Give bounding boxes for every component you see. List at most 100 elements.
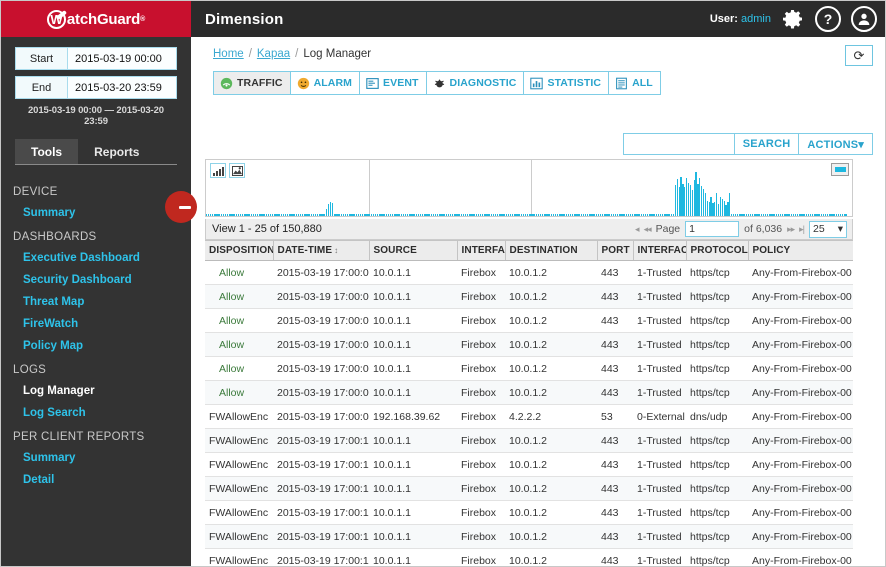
sidebar-item-detail[interactable]: Detail [1,469,191,491]
page-size-select[interactable]: 25 ▾ [809,221,847,238]
traffic-timeline-chart[interactable] [205,159,853,217]
table-row[interactable]: Allow2015-03-19 17:00:0110.0.1.1Firebox1… [205,261,853,285]
end-date-row[interactable]: End 2015-03-20 23:59 [15,76,177,99]
image-chart-toggle-icon[interactable] [229,163,245,178]
search-input[interactable] [624,134,734,154]
column-header-interface-src[interactable]: INTERFACE [457,241,505,261]
next-page-icon[interactable]: ▸▸ [787,224,794,235]
page-number-input[interactable] [685,221,739,237]
log-table-header: DISPOSITIONDATE-TIME↕SOURCEINTERFACEDEST… [205,241,853,261]
table-row[interactable]: FWAllowEnc2015-03-19 17:00:1310.0.1.1Fir… [205,501,853,525]
column-header-disposition[interactable]: DISPOSITION [205,241,273,261]
pagination: ◂ ◂◂ Page of 6,036 ▸▸ ▸| 25 ▾ [635,221,852,238]
cell-disposition: FWAllowEnc [205,405,273,429]
column-header-interface-dst[interactable]: INTERFACE [633,241,686,261]
sidebar-item-policy-map[interactable]: Policy Map [1,335,191,357]
sidebar-item-summary[interactable]: Summary [1,202,191,224]
table-row[interactable]: FWAllowEnc2015-03-19 17:00:04192.168.39.… [205,405,853,429]
cell-destination: 10.0.1.2 [505,381,597,405]
chart-segment-2 [370,160,532,216]
tab-label: STATISTIC [547,77,601,89]
column-header-destination[interactable]: DESTINATION [505,241,597,261]
column-header-source[interactable]: SOURCE [369,241,457,261]
cell-interface-dst: 1-Trusted [633,261,686,285]
sidebar-item-executive-dashboard[interactable]: Executive Dashboard [1,247,191,269]
sidebar-item-summary[interactable]: Summary [1,447,191,469]
main-content: Home/Kapaa/Log Manager ⟳ TRAFFICALARMEVE… [191,37,886,567]
cell-disposition: Allow [205,357,273,381]
bar-chart-toggle-icon[interactable] [210,163,226,178]
cell-port: 443 [597,285,633,309]
column-header-port[interactable]: PORT [597,241,633,261]
tab-diagnostic[interactable]: DIAGNOSTIC [426,71,524,95]
cell-port: 443 [597,309,633,333]
top-bar: Dimension User: admin ? [191,1,886,37]
tab-alarm[interactable]: ALARM [290,71,359,95]
sidebar-item-log-search[interactable]: Log Search [1,402,191,424]
tab-event[interactable]: EVENT [359,71,426,95]
table-row[interactable]: Allow2015-03-19 17:00:0110.0.1.1Firebox1… [205,285,853,309]
account-icon[interactable] [851,6,877,32]
start-date-value[interactable]: 2015-03-19 00:00 [68,48,176,69]
cell-disposition: FWAllowEnc [205,525,273,549]
sidebar-item-firewatch[interactable]: FireWatch [1,313,191,335]
sidebar-item-security-dashboard[interactable]: Security Dashboard [1,269,191,291]
cell-destination: 10.0.1.2 [505,501,597,525]
table-row[interactable]: Allow2015-03-19 17:00:0310.0.1.1Firebox1… [205,381,853,405]
first-page-icon[interactable]: ◂ [635,224,639,235]
watchguard-mark-icon: W [47,10,66,29]
column-header-datetime[interactable]: DATE-TIME↕ [273,241,369,261]
breadcrumb-item-home[interactable]: Home [213,48,244,60]
collapse-sidebar-button[interactable] [165,191,197,223]
table-row[interactable]: Allow2015-03-19 17:00:0310.0.1.1Firebox1… [205,309,853,333]
log-table-container[interactable]: DISPOSITIONDATE-TIME↕SOURCEINTERFACEDEST… [205,240,853,567]
sidebar-tab-tools[interactable]: Tools [15,139,78,164]
tab-all[interactable]: ALL [608,71,661,95]
sidebar-tab-reports[interactable]: Reports [78,139,155,164]
cell-source: 10.0.1.1 [369,453,457,477]
cell-port: 443 [597,357,633,381]
cell-interface-dst: 1-Trusted [633,501,686,525]
tab-statistic[interactable]: STATISTIC [523,71,608,95]
cell-interface-src: Firebox [457,429,505,453]
search-button[interactable]: SEARCH [734,134,799,154]
help-icon[interactable]: ? [815,6,841,32]
sidebar-item-threat-map[interactable]: Threat Map [1,291,191,313]
actions-dropdown-button[interactable]: ACTIONS▾ [798,134,872,154]
cell-destination: 10.0.1.2 [505,525,597,549]
refresh-button[interactable]: ⟳ [845,45,873,66]
cell-disposition: Allow [205,285,273,309]
table-row[interactable]: FWAllowEnc2015-03-19 17:00:1210.0.1.1Fir… [205,453,853,477]
table-row[interactable]: Allow2015-03-19 17:00:0310.0.1.1Firebox1… [205,333,853,357]
cell-policy: Any-From-Firebox-00 [748,309,853,333]
last-page-icon[interactable]: ▸| [799,224,804,235]
cell-interface-src: Firebox [457,501,505,525]
refresh-icon: ⟳ [854,48,865,64]
cell-destination: 4.2.2.2 [505,405,597,429]
column-header-policy[interactable]: POLICY [748,241,853,261]
cell-interface-dst: 1-Trusted [633,309,686,333]
chart-legend-swatch[interactable] [831,163,849,176]
start-date-row[interactable]: Start 2015-03-19 00:00 [15,47,177,70]
end-date-value[interactable]: 2015-03-20 23:59 [68,77,176,98]
table-row[interactable]: FWAllowEnc2015-03-19 17:00:1310.0.1.1Fir… [205,477,853,501]
cell-interface-src: Firebox [457,453,505,477]
column-header-protocol[interactable]: PROTOCOL [686,241,748,261]
cell-policy: Any-From-Firebox-00 [748,453,853,477]
breadcrumb-item-kapaa[interactable]: Kapaa [257,48,290,60]
gear-icon[interactable] [781,7,805,31]
cell-disposition: FWAllowEnc [205,501,273,525]
table-row[interactable]: FWAllowEnc2015-03-19 17:00:1210.0.1.1Fir… [205,429,853,453]
table-row[interactable]: FWAllowEnc2015-03-19 17:00:1310.0.1.1Fir… [205,525,853,549]
cell-destination: 10.0.1.2 [505,309,597,333]
sidebar-item-log-manager[interactable]: Log Manager [1,380,191,402]
prev-page-icon[interactable]: ◂◂ [644,224,651,235]
cell-disposition: Allow [205,261,273,285]
table-row[interactable]: Allow2015-03-19 17:00:0310.0.1.1Firebox1… [205,357,853,381]
cell-protocol: https/tcp [686,477,748,501]
cell-source: 10.0.1.1 [369,549,457,567]
table-row[interactable]: FWAllowEnc2015-03-19 17:00:1310.0.1.1Fir… [205,549,853,567]
cell-interface-dst: 1-Trusted [633,453,686,477]
cell-disposition: FWAllowEnc [205,429,273,453]
tab-traffic[interactable]: TRAFFIC [213,71,290,95]
